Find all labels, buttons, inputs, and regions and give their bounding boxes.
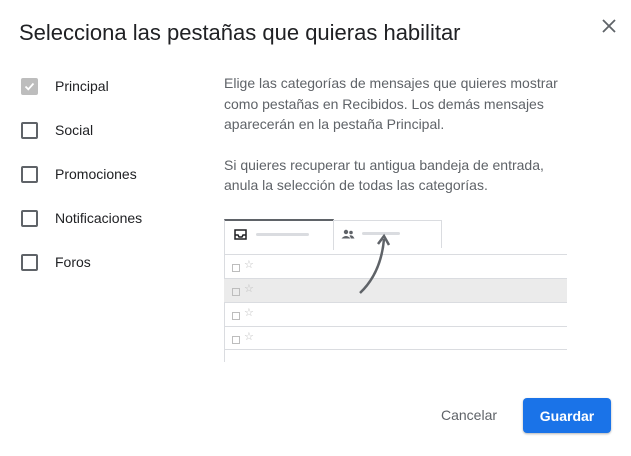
description: Elige las categorías de mensajes que qui… — [224, 73, 574, 196]
option-label: Social — [55, 122, 94, 138]
star-icon: ☆ — [244, 259, 254, 271]
close-icon — [602, 19, 616, 33]
option-notificaciones[interactable]: Notificaciones — [21, 206, 142, 230]
checkbox-icon — [232, 288, 240, 296]
tabs-illustration: ☆ ☆ ☆ ☆ — [224, 219, 567, 362]
checkmark-icon — [24, 82, 35, 91]
checkbox-icon — [232, 312, 240, 320]
option-label: Notificaciones — [55, 210, 143, 226]
checkbox-icon — [232, 336, 240, 344]
option-label: Foros — [55, 254, 91, 270]
illustration-row: ☆ — [224, 302, 567, 326]
checkbox-notificaciones[interactable] — [21, 209, 38, 227]
option-social[interactable]: Social — [21, 118, 93, 142]
dialog-title: Selecciona las pestañas que quieras habi… — [19, 20, 461, 45]
illustration-tab-primary — [224, 219, 334, 250]
star-icon: ☆ — [244, 283, 254, 295]
save-button[interactable]: Guardar — [523, 398, 611, 433]
tab-placeholder-line — [256, 233, 309, 236]
illustration-row: ☆ — [224, 326, 567, 350]
checkbox-icon — [232, 264, 240, 272]
select-tabs-dialog: Selecciona las pestañas que quieras habi… — [0, 0, 631, 456]
checkbox-foros[interactable] — [21, 253, 38, 271]
star-icon: ☆ — [244, 331, 254, 343]
checkbox-social[interactable] — [21, 121, 38, 139]
inbox-icon — [234, 229, 247, 240]
option-label: Principal — [55, 78, 109, 94]
close-button[interactable] — [598, 15, 620, 37]
option-principal[interactable]: Principal — [21, 74, 109, 98]
cancel-button[interactable]: Cancelar — [425, 398, 513, 432]
option-promociones[interactable]: Promociones — [21, 162, 137, 186]
star-icon: ☆ — [244, 307, 254, 319]
checkbox-principal[interactable] — [21, 77, 38, 95]
description-paragraph-2: Si quieres recuperar tu antigua bandeja … — [224, 156, 544, 194]
drag-arrow-icon — [359, 233, 391, 294]
description-paragraph-1: Elige las categorías de mensajes que qui… — [224, 75, 558, 132]
option-foros[interactable]: Foros — [21, 250, 91, 274]
option-label: Promociones — [55, 166, 137, 182]
checkbox-promociones[interactable] — [21, 165, 38, 183]
